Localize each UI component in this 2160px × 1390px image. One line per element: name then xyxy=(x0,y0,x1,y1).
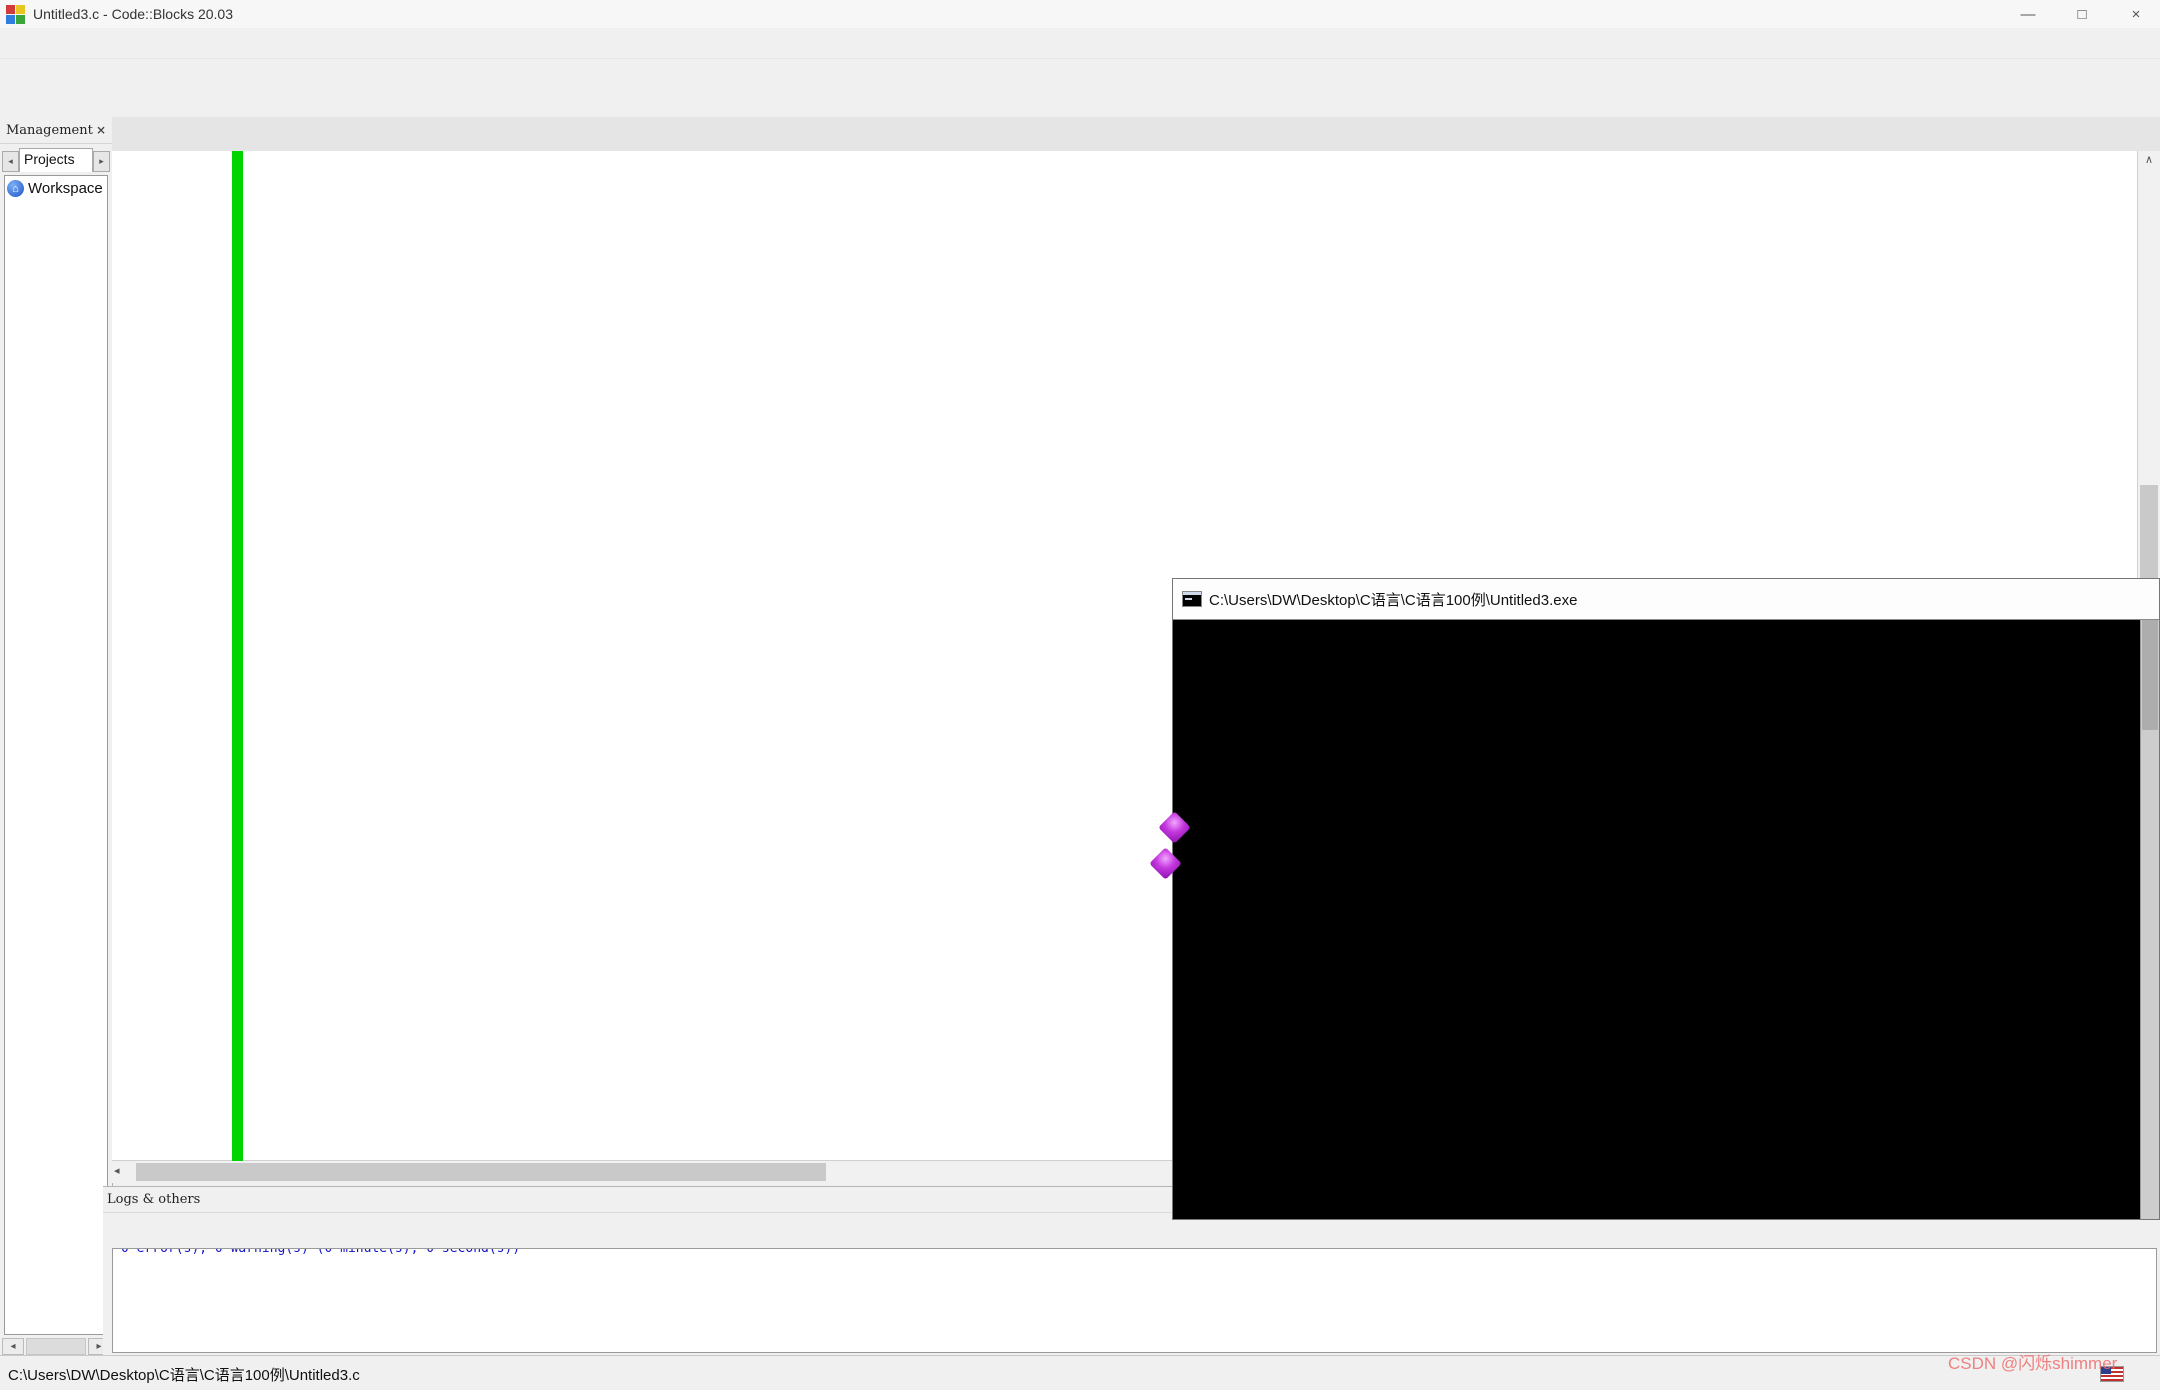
editor-tabs xyxy=(112,117,2160,152)
vscroll-thumb[interactable] xyxy=(2140,485,2158,578)
console-title: C:\Users\DW\Desktop\C语言\C语言100例\Untitled… xyxy=(1209,591,1578,609)
hscroll-thumb[interactable] xyxy=(136,1163,826,1181)
minimize-button[interactable]: — xyxy=(2018,6,2038,23)
csdn-watermark: CSDN @闪烁shimmer xyxy=(1948,1354,2118,1373)
workspace-item[interactable]: ⌂ Workspace xyxy=(5,176,107,201)
scroll-left-icon[interactable]: ◂ xyxy=(2,1338,24,1355)
console-output xyxy=(1173,620,2139,1219)
maximize-button[interactable]: □ xyxy=(2072,6,2092,23)
scroll-left-icon[interactable]: ◂ xyxy=(114,1164,120,1177)
scroll-track[interactable] xyxy=(26,1338,86,1355)
build-log-clipped-line: 0 error(s), 0 warning(s) (0 minute(s), 0… xyxy=(121,1249,2156,1258)
scroll-up-icon[interactable]: ∧ xyxy=(2138,153,2160,166)
management-close-icon[interactable]: × xyxy=(96,123,106,137)
menu-bar xyxy=(0,28,2160,58)
tabs-scroll-right-icon[interactable]: ▸ xyxy=(93,151,110,172)
toolbar-main xyxy=(0,58,2160,92)
management-title: Management xyxy=(6,122,93,138)
codeblocks-logo-icon xyxy=(6,4,25,24)
tab-projects[interactable]: Projects xyxy=(19,148,93,172)
console-icon xyxy=(1182,591,1202,607)
console-title-bar[interactable]: C:\Users\DW\Desktop\C语言\C语言100例\Untitled… xyxy=(1173,579,2159,620)
tabs-scroll-left-icon[interactable]: ◂ xyxy=(2,151,19,172)
status-bar: C:\Users\DW\Desktop\C语言\C语言100例\Untitled… xyxy=(0,1354,2160,1390)
status-file-path: C:\Users\DW\Desktop\C语言\C语言100例\Untitled… xyxy=(8,1367,360,1384)
build-log-output: 0 error(s), 0 warning(s) (0 minute(s), 0… xyxy=(112,1248,2157,1353)
projects-tree: ⌂ Workspace xyxy=(4,175,108,1335)
close-button[interactable]: × xyxy=(2126,6,2146,23)
workspace-label: Workspace xyxy=(28,180,103,197)
console-window[interactable]: C:\Users\DW\Desktop\C语言\C语言100例\Untitled… xyxy=(1172,578,2160,1220)
management-panel: Management × ◂ Projects ▸ ⌂ Workspace ◂ … xyxy=(0,117,113,1356)
console-scrollbar[interactable] xyxy=(2140,620,2159,1219)
management-hscrollbar[interactable]: ◂ ▸ xyxy=(0,1337,112,1356)
toolbar-secondary xyxy=(0,90,2160,118)
window-title: Untitled3.c - Code::Blocks 20.03 xyxy=(33,6,233,22)
title-bar: Untitled3.c - Code::Blocks 20.03 — □ × xyxy=(0,0,2160,28)
change-bar xyxy=(232,151,243,1161)
workspace-icon: ⌂ xyxy=(7,180,24,197)
